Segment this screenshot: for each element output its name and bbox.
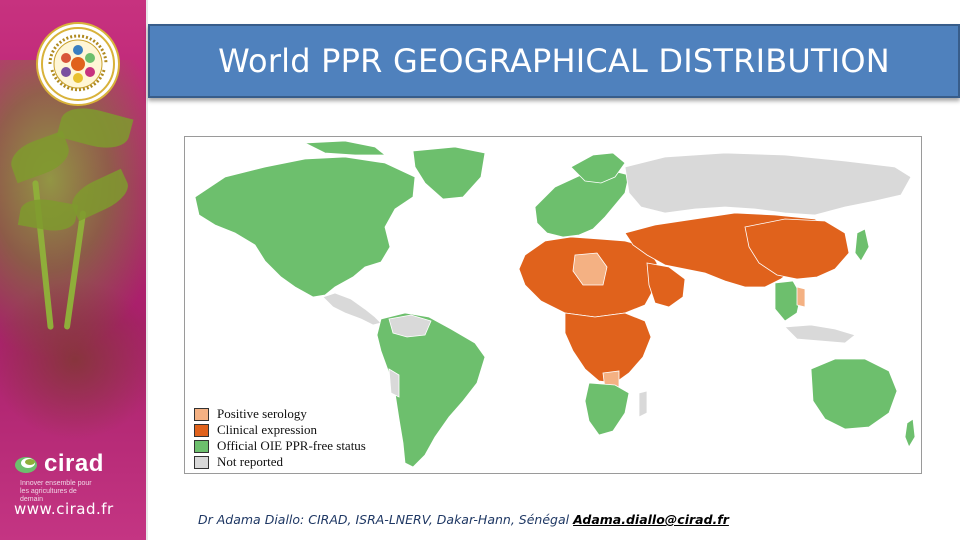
footer-credit: Dr Adama Diallo: CIRAD, ISRA-LNERV, Daka… xyxy=(198,512,729,527)
seal-icon xyxy=(41,27,115,101)
legend-swatch-positive-serology xyxy=(194,407,209,421)
region-australia xyxy=(810,358,898,430)
event-seal-logo xyxy=(36,22,120,106)
legend-label: Clinical expression xyxy=(217,422,318,437)
legend-item: Not reported xyxy=(194,454,366,470)
region-japan xyxy=(854,228,870,262)
legend-label: Official OIE PPR-free status xyxy=(217,438,366,453)
decorative-sidebar: cirad Innover ensemble pour les agricult… xyxy=(0,0,146,540)
author-email-link[interactable]: Adama.diallo@cirad.fr xyxy=(573,512,729,527)
region-central-america xyxy=(322,292,382,326)
region-arabia xyxy=(646,262,686,308)
credit-text: Dr Adama Diallo: CIRAD, ISRA-LNERV, Daka… xyxy=(198,512,570,527)
region-madagascar xyxy=(638,390,648,418)
cirad-wordmark: cirad xyxy=(44,450,104,477)
legend-swatch-ppr-free xyxy=(194,439,209,453)
legend-item: Positive serology xyxy=(194,406,366,422)
legend-item: Official OIE PPR-free status xyxy=(194,438,366,454)
region-europe xyxy=(534,168,630,238)
legend-item: Clinical expression xyxy=(194,422,366,438)
region-southern-africa xyxy=(584,382,630,436)
legend-label: Positive serology xyxy=(217,406,307,421)
cirad-url: www.cirad.fr xyxy=(14,500,114,518)
cirad-swirl-icon xyxy=(15,457,37,473)
title-banner: World PPR GEOGRAPHICAL DISTRIBUTION xyxy=(148,24,960,98)
region-north-america xyxy=(194,156,416,298)
region-arctic-islands xyxy=(303,140,387,156)
region-russia xyxy=(624,152,912,216)
cirad-logo: cirad Innover ensemble pour les agricult… xyxy=(14,450,139,504)
legend-label: Not reported xyxy=(217,454,284,469)
region-vietnam xyxy=(796,286,806,308)
region-new-zealand xyxy=(904,418,916,448)
legend-swatch-clinical-expression xyxy=(194,423,209,437)
legend-swatch-not-reported xyxy=(194,455,209,469)
slide-title: World PPR GEOGRAPHICAL DISTRIBUTION xyxy=(218,42,890,80)
region-indonesia xyxy=(784,324,856,344)
map-legend: Positive serology Clinical expression Of… xyxy=(194,406,366,470)
region-greenland xyxy=(412,146,486,200)
